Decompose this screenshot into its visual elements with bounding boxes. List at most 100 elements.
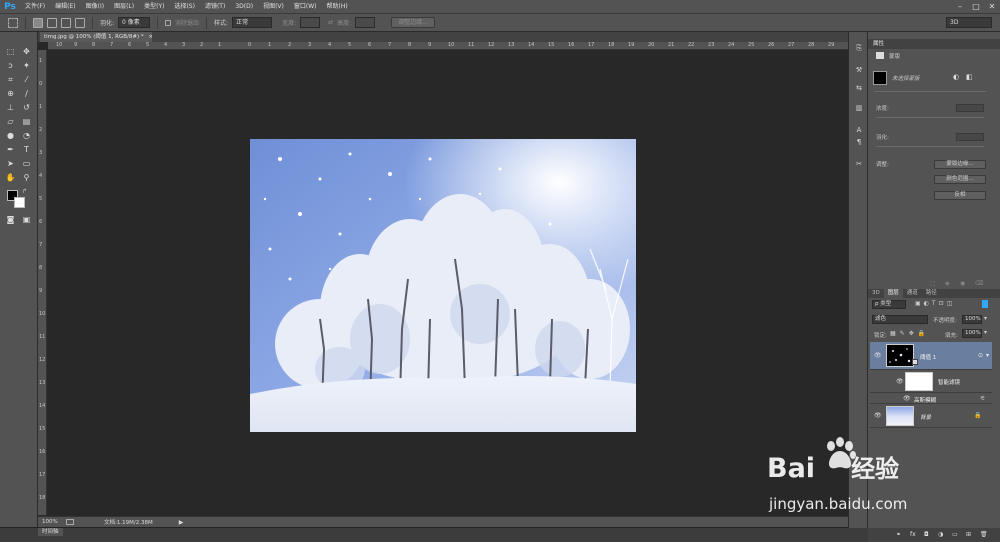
density-value[interactable] — [956, 104, 984, 112]
swap-colors-icon[interactable]: ↱ — [22, 188, 27, 195]
menu-edit[interactable]: 编辑(E) — [50, 0, 80, 14]
layer-row-smart-filters[interactable]: 👁 智能滤镜 — [870, 370, 992, 393]
color-range-button[interactable]: 颜色范围... — [934, 175, 986, 184]
filter-toggle-icon[interactable] — [982, 300, 988, 308]
mask-edge-button[interactable]: 蒙版边缘... — [934, 160, 986, 169]
adjustment-layer-icon[interactable]: ◑ — [938, 531, 943, 538]
actions-panel-icon[interactable]: ⚒ — [853, 66, 865, 74]
layer-style-icon[interactable]: fx — [910, 531, 916, 538]
new-selection-icon[interactable] — [33, 17, 43, 28]
refine-edge-button[interactable]: 调整边缘... — [391, 17, 435, 28]
layer-name[interactable]: 阈值 1 — [920, 353, 936, 361]
lasso-tool-icon[interactable]: ↄ — [4, 60, 17, 72]
feather-slider[interactable] — [876, 146, 984, 147]
opacity-dropdown-icon[interactable]: ▾ — [984, 315, 987, 322]
intersect-selection-icon[interactable] — [75, 17, 85, 28]
history-brush-icon[interactable]: ↺ — [20, 102, 33, 114]
link-layers-icon[interactable]: ⚭ — [896, 531, 901, 538]
menu-3d[interactable]: 3D(D) — [230, 0, 258, 14]
marquee-tool-preset-icon[interactable] — [8, 17, 18, 28]
eraser-tool-icon[interactable]: ▱ — [4, 116, 17, 128]
invert-button[interactable]: 反相 — [934, 191, 986, 200]
type-tool-icon[interactable]: T — [20, 144, 33, 156]
adjust-panel-icon[interactable]: ⇆ — [853, 84, 865, 92]
menu-file[interactable]: 文件(F) — [20, 0, 50, 14]
status-menu-arrow-icon[interactable]: ▶ — [179, 519, 184, 526]
lock-icons[interactable]: ▦✎✥🔒 — [890, 330, 929, 337]
close-window-button[interactable]: ✕ — [984, 0, 1000, 14]
swap-icon[interactable]: ⇄ — [328, 19, 333, 26]
minimize-button[interactable]: – — [952, 0, 968, 14]
history-panel-icon[interactable]: ⎘ — [853, 44, 865, 53]
height-input[interactable] — [355, 17, 376, 28]
paragraph-panel-icon[interactable]: ¶ — [853, 138, 865, 146]
gradient-tool-icon[interactable]: ▤ — [20, 116, 33, 128]
path-selection-icon[interactable]: ➤ — [4, 158, 17, 170]
style-select[interactable]: 正常 — [232, 17, 273, 28]
menu-help[interactable]: 帮助(H) — [322, 0, 353, 14]
character-panel-icon[interactable]: A — [853, 126, 865, 134]
subtract-selection-icon[interactable] — [61, 17, 71, 28]
layer-row-threshold[interactable]: 👁 阈值 1 ⊙ ▾ — [870, 342, 992, 370]
selection-from-mask-icon[interactable]: ⬚ — [930, 280, 936, 287]
workspace-select[interactable]: 3D — [946, 17, 992, 28]
menu-type[interactable]: 类型(Y) — [139, 0, 169, 14]
quick-mask-icon[interactable]: ◙ — [4, 214, 17, 226]
opacity-input[interactable]: 100% — [962, 315, 982, 324]
eyedropper-icon[interactable]: ⁄ — [20, 74, 33, 86]
rectangle-tool-icon[interactable]: ▭ — [20, 158, 33, 170]
menu-window[interactable]: 窗口(W) — [289, 0, 322, 14]
vector-mask-icon[interactable]: ◧ — [966, 73, 973, 81]
marquee-tool-icon[interactable]: ⬚ — [4, 46, 17, 58]
menu-filter[interactable]: 滤镜(T) — [200, 0, 230, 14]
dodge-tool-icon[interactable]: ◔ — [20, 130, 33, 142]
density-slider[interactable] — [876, 117, 984, 118]
layer-filter-select[interactable]: ρ 类型 — [872, 300, 906, 309]
pen-tool-icon[interactable]: ✒ — [4, 144, 17, 156]
blur-tool-icon[interactable]: ● — [4, 130, 17, 142]
width-input[interactable] — [300, 17, 321, 28]
new-group-icon[interactable]: ▭ — [952, 531, 958, 538]
add-mask-icon[interactable]: ◘ — [924, 531, 929, 538]
crop-tool-icon[interactable]: ⌗ — [4, 74, 17, 86]
new-layer-icon[interactable]: ⊞ — [966, 531, 971, 538]
close-tab-icon[interactable]: × — [148, 34, 152, 40]
feather-input[interactable]: 0 像素 — [118, 17, 151, 28]
hand-tool-icon[interactable]: ✋ — [4, 172, 17, 184]
visibility-eye-icon[interactable]: 👁 — [874, 412, 882, 419]
screen-mode-icon[interactable]: ▣ — [20, 214, 33, 226]
menu-view[interactable]: 视图(V) — [258, 0, 289, 14]
layer-expand-icon[interactable]: ▾ — [986, 352, 989, 359]
document-tab[interactable]: timg.jpg @ 100% (阈值 1, RGB/8#) * × — [40, 32, 152, 42]
healing-brush-icon[interactable]: ⊕ — [4, 88, 17, 100]
status-toggle-icon[interactable] — [66, 519, 74, 525]
fill-dropdown-icon[interactable]: ▾ — [984, 329, 987, 336]
menu-image[interactable]: 图像(I) — [81, 0, 109, 14]
layer-name[interactable]: 高斯模糊 — [914, 396, 936, 404]
background-color-swatch[interactable] — [14, 197, 25, 208]
clone-stamp-icon[interactable]: ⊥ — [4, 102, 17, 114]
layer-filter-icons[interactable]: ▣◐T⊡◫ — [915, 300, 955, 307]
timeline-tab[interactable]: 时间轴 — [38, 528, 63, 536]
tool-presets-icon[interactable]: ✂ — [853, 160, 865, 168]
zoom-tool-icon[interactable]: ⚲ — [20, 172, 33, 184]
antialias-checkbox[interactable] — [165, 19, 172, 26]
visibility-eye-icon[interactable]: 👁 — [874, 352, 882, 359]
toggle-mask-icon[interactable]: ◉ — [960, 280, 965, 287]
brush-tool-icon[interactable]: ∕ — [20, 88, 33, 100]
fill-input[interactable]: 100% — [962, 329, 982, 338]
filter-options-icon[interactable]: ⚟ — [980, 395, 985, 402]
tab-3d[interactable]: 3D — [868, 289, 884, 298]
feather-value[interactable] — [956, 133, 984, 141]
layer-name[interactable]: 背景 — [920, 413, 931, 421]
layer-row-background[interactable]: 👁 背景 🔒 — [870, 404, 992, 428]
tab-channels[interactable]: 通道 — [903, 289, 922, 298]
info-panel-icon[interactable]: ▥ — [853, 104, 865, 112]
delete-layer-icon[interactable]: 🗑 — [980, 531, 988, 538]
apply-mask-icon[interactable]: ◈ — [945, 280, 950, 287]
move-tool-icon[interactable]: ✥ — [20, 46, 33, 58]
visibility-eye-icon[interactable]: 👁 — [896, 378, 904, 385]
layer-row-gaussian-blur[interactable]: 👁 高斯模糊 ⚟ — [870, 393, 992, 404]
add-selection-icon[interactable] — [47, 17, 57, 28]
menu-layer[interactable]: 图层(L) — [109, 0, 139, 14]
